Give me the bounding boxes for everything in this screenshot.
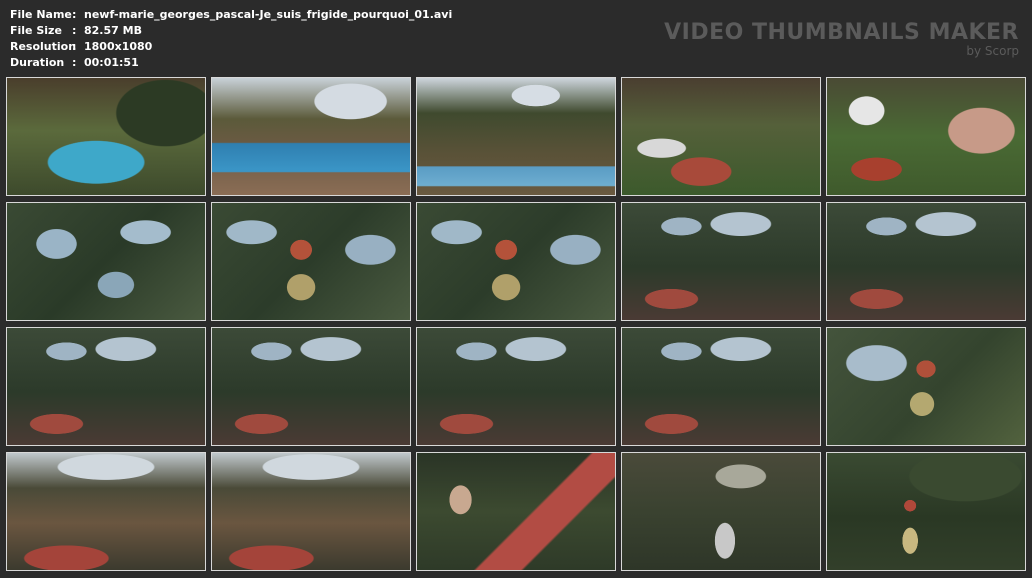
frame-image (212, 203, 410, 320)
frame-image (827, 328, 1025, 445)
frame-image (7, 328, 205, 445)
file-name-row: File Name : newf-marie_georges_pascal-Je… (10, 7, 452, 23)
thumbnail[interactable] (621, 202, 821, 321)
thumbnail[interactable] (6, 77, 206, 196)
frame-image (622, 328, 820, 445)
frame-image (622, 78, 820, 195)
frame-image (7, 78, 205, 195)
file-size-value: 82.57 MB (84, 24, 142, 37)
resolution-separator: : (72, 40, 77, 53)
brand-title: VIDEO THUMBNAILS MAKER (664, 20, 1019, 45)
thumbnail[interactable] (211, 202, 411, 321)
thumbnail[interactable] (6, 452, 206, 571)
thumbnail[interactable] (211, 327, 411, 446)
file-size-row: File Size : 82.57 MB (10, 23, 452, 39)
thumbnail[interactable] (416, 202, 616, 321)
frame-image (7, 203, 205, 320)
file-size-key: File Size (10, 24, 62, 37)
resolution-key: Resolution (10, 40, 77, 53)
frame-image (827, 203, 1025, 320)
thumbnail[interactable] (6, 327, 206, 446)
thumbnail[interactable] (621, 327, 821, 446)
thumbnail[interactable] (416, 327, 616, 446)
thumbnail[interactable] (416, 452, 616, 571)
file-info: File Name : newf-marie_georges_pascal-Je… (10, 7, 452, 71)
duration-row: Duration : 00:01:51 (10, 55, 452, 71)
frame-image (827, 78, 1025, 195)
frame-image (417, 203, 615, 320)
thumbnail[interactable] (826, 77, 1026, 196)
file-name-key: File Name (10, 8, 72, 21)
thumbnail[interactable] (826, 202, 1026, 321)
thumbnail[interactable] (211, 452, 411, 571)
frame-image (7, 453, 205, 570)
frame-image (622, 203, 820, 320)
file-size-separator: : (72, 24, 77, 37)
frame-image (212, 328, 410, 445)
brand-subtitle: by Scorp (966, 44, 1019, 58)
frame-image (827, 453, 1025, 570)
thumbnail[interactable] (6, 202, 206, 321)
file-name-separator: : (72, 8, 77, 21)
frame-image (417, 78, 615, 195)
thumbnail[interactable] (621, 452, 821, 571)
frame-image (622, 453, 820, 570)
frame-image (212, 78, 410, 195)
thumbnail[interactable] (621, 77, 821, 196)
thumbnail[interactable] (826, 327, 1026, 446)
file-name-value: newf-marie_georges_pascal-Je_suis_frigid… (84, 8, 453, 21)
frame-image (417, 453, 615, 570)
thumbnail[interactable] (416, 77, 616, 196)
duration-separator: : (72, 56, 77, 69)
brand-watermark: VIDEO THUMBNAILS MAKER by Scorp (664, 20, 1019, 57)
duration-key: Duration (10, 56, 65, 69)
frame-image (212, 453, 410, 570)
duration-value: 00:01:51 (84, 56, 139, 69)
thumbnail-grid (6, 77, 1026, 571)
resolution-row: Resolution : 1800x1080 (10, 39, 452, 55)
thumbnail[interactable] (826, 452, 1026, 571)
frame-image (417, 328, 615, 445)
thumbnail[interactable] (211, 77, 411, 196)
resolution-value: 1800x1080 (84, 40, 153, 53)
